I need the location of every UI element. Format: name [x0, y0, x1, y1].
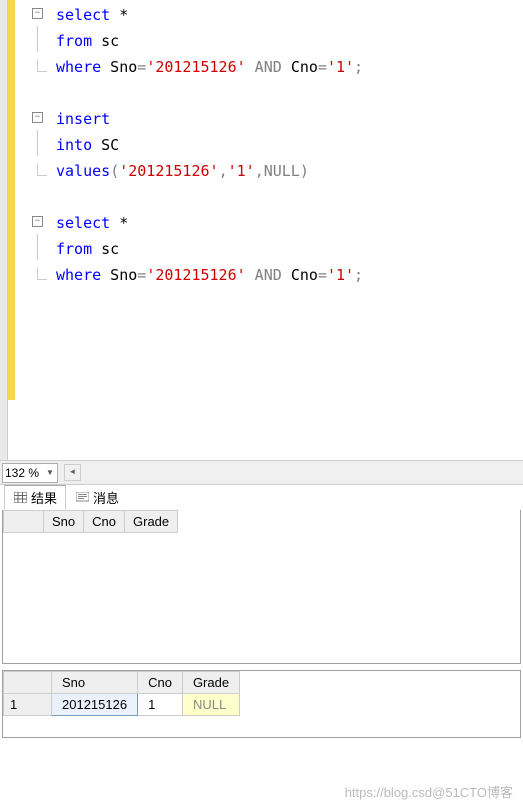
cell-cno[interactable]: 1	[138, 694, 183, 716]
results-grid-1[interactable]: Sno Cno Grade	[2, 510, 521, 664]
message-icon	[75, 492, 89, 504]
cell-sno[interactable]: 201215126	[52, 694, 138, 716]
zoom-value: 132 %	[5, 466, 39, 480]
scroll-left-icon[interactable]: ◄	[64, 464, 81, 481]
tab-messages-label: 消息	[93, 488, 119, 507]
cell-grade[interactable]: NULL	[182, 694, 239, 716]
tab-results[interactable]: 结果	[4, 485, 66, 510]
change-indicator	[8, 0, 28, 460]
results-tabs: 结果 消息	[0, 484, 523, 510]
results-grid-2[interactable]: Sno Cno Grade 1 201215126 1 NULL	[2, 670, 521, 738]
zoom-dropdown[interactable]: 132 % ▼	[2, 463, 58, 483]
col-header-grade[interactable]: Grade	[182, 672, 239, 694]
horizontal-scrollbar[interactable]: ◄	[64, 464, 523, 481]
grid-icon	[13, 492, 27, 504]
code-content[interactable]: select * from sc where Sno='201215126' A…	[56, 0, 523, 460]
chevron-down-icon: ▼	[43, 468, 57, 477]
fold-toggle-icon[interactable]: −	[32, 112, 43, 123]
editor-left-margin	[0, 0, 8, 460]
fold-toggle-icon[interactable]: −	[32, 216, 43, 227]
col-header-grade[interactable]: Grade	[125, 511, 178, 533]
col-header-cno[interactable]: Cno	[138, 672, 183, 694]
code-editor[interactable]: − − − select * from sc where Sno='201215…	[0, 0, 523, 460]
fold-gutter: − − −	[28, 0, 56, 460]
corner-cell	[4, 511, 44, 533]
fold-toggle-icon[interactable]: −	[32, 8, 43, 19]
tab-messages[interactable]: 消息	[66, 485, 128, 510]
col-header-sno[interactable]: Sno	[44, 511, 84, 533]
zoom-bar: 132 % ▼ ◄	[0, 460, 523, 484]
table-header-row: Sno Cno Grade	[4, 672, 240, 694]
table-row[interactable]: 1 201215126 1 NULL	[4, 694, 240, 716]
col-header-cno[interactable]: Cno	[84, 511, 125, 533]
table-header-row: Sno Cno Grade	[4, 511, 178, 533]
row-number[interactable]: 1	[4, 694, 52, 716]
col-header-sno[interactable]: Sno	[52, 672, 138, 694]
corner-cell	[4, 672, 52, 694]
watermark-text: https://blog.csd@51CTO博客	[345, 782, 513, 801]
tab-results-label: 结果	[31, 488, 57, 507]
